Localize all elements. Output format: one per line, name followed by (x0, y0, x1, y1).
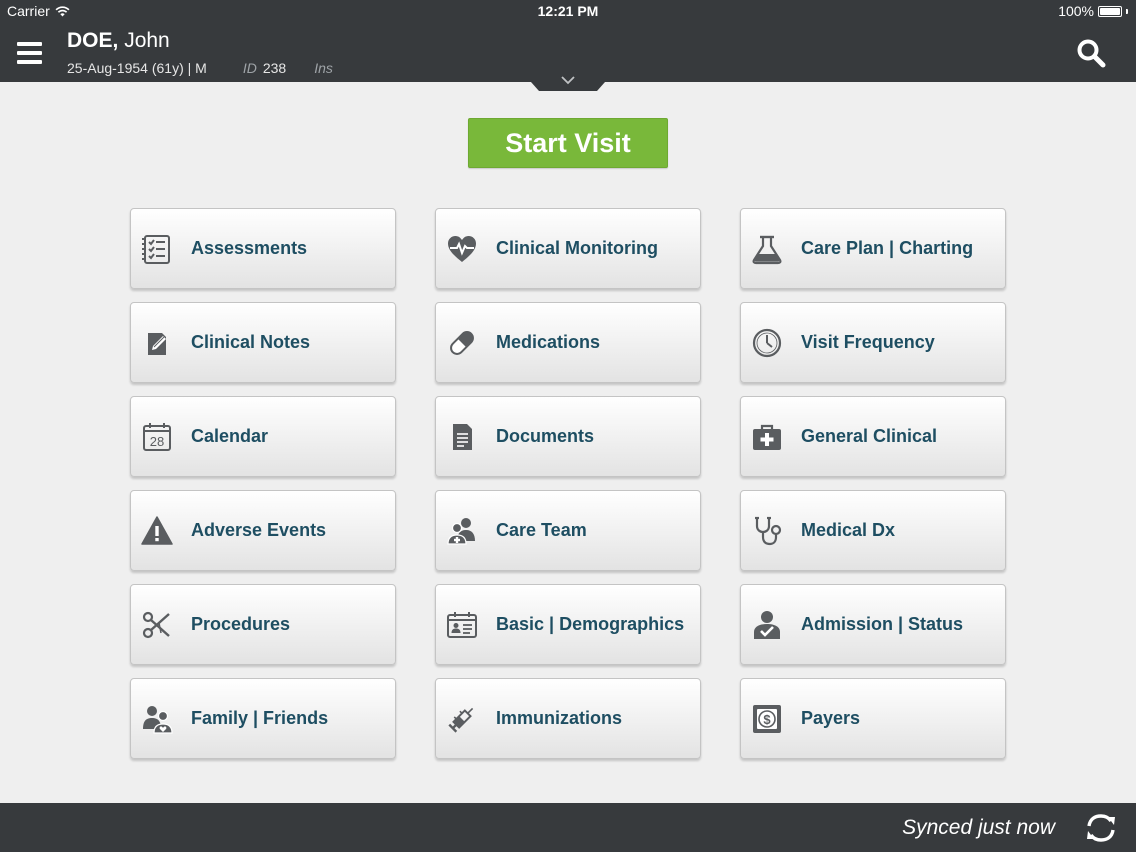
sync-footer: Synced just now (0, 803, 1136, 852)
search-icon[interactable] (1076, 38, 1106, 68)
tile-label: Medical Dx (801, 520, 896, 540)
menu-icon[interactable] (17, 42, 42, 66)
tile-label: Clinical Monitoring (496, 238, 658, 258)
patient-id-label: ID (242, 60, 257, 76)
tile-documents[interactable]: Documents (435, 396, 701, 477)
dollar-icon: $ (751, 703, 783, 735)
note-pencil-icon (141, 327, 173, 359)
tile-label: Payers (801, 708, 861, 728)
calendar-icon: 28 (141, 421, 173, 453)
patient-dob: 25-Aug-1954 (61y) | M (67, 60, 207, 76)
family-icon (141, 703, 173, 735)
tile-general-clinical[interactable]: General Clinical (740, 396, 1006, 477)
tile-label: Care Plan | Charting (801, 238, 974, 258)
tile-adverse-events[interactable]: Adverse Events (130, 490, 396, 571)
tile-label: Care Team (496, 520, 587, 540)
sync-status: Synced just now (902, 816, 1055, 839)
svg-text:$: $ (763, 712, 771, 727)
patient-name: DOE, John (67, 29, 170, 53)
medical-kit-icon (751, 421, 783, 453)
tile-care-plan-charting[interactable]: Care Plan | Charting (740, 208, 1006, 289)
stethoscope-icon (751, 515, 783, 547)
tile-label: Assessments (191, 238, 308, 258)
care-team-icon (446, 515, 478, 547)
tile-visit-frequency[interactable]: Visit Frequency (740, 302, 1006, 383)
start-visit-button[interactable]: Start Visit (468, 118, 668, 168)
tile-basic-demographics[interactable]: Basic | Demographics (435, 584, 701, 665)
tile-label: Admission | Status (801, 614, 964, 634)
tile-assessments[interactable]: Assessments (130, 208, 396, 289)
tile-label: Adverse Events (191, 520, 327, 540)
pill-icon (446, 327, 478, 359)
patient-first-name: John (124, 29, 170, 52)
insurance-label: Ins (314, 60, 333, 76)
tile-label: Procedures (191, 614, 291, 634)
patient-header: DOE, John 25-Aug-1954 (61y) | M ID 238 Ins (0, 22, 1136, 82)
id-card-icon (446, 609, 478, 641)
chevron-down-icon[interactable] (560, 75, 576, 85)
patient-last-name: DOE, (67, 29, 119, 52)
tile-medical-dx[interactable]: Medical Dx (740, 490, 1006, 571)
scissors-icon (141, 609, 173, 641)
tile-label: Immunizations (496, 708, 623, 728)
flask-icon (751, 233, 783, 265)
patient-id-value: 238 (262, 60, 287, 76)
tile-immunizations[interactable]: Immunizations (435, 678, 701, 759)
battery-percent: 100% (1058, 3, 1094, 19)
tile-label: Visit Frequency (801, 332, 935, 352)
tile-label: Family | Friends (191, 708, 329, 728)
tile-procedures[interactable]: Procedures (130, 584, 396, 665)
tile-family-friends[interactable]: Family | Friends (130, 678, 396, 759)
warning-icon (141, 515, 173, 547)
tile-admission-status[interactable]: Admission | Status (740, 584, 1006, 665)
battery-indicator: 100% (1058, 3, 1128, 19)
syringe-icon (446, 703, 478, 735)
tile-payers[interactable]: $ Payers (740, 678, 1006, 759)
clock-icon (751, 327, 783, 359)
tile-label: Clinical Notes (191, 332, 311, 352)
tile-medications[interactable]: Medications (435, 302, 701, 383)
sync-icon[interactable] (1084, 813, 1118, 843)
module-grid: Assessments Clinical Monitoring Care Pla… (130, 208, 1006, 759)
document-icon (446, 421, 478, 453)
tile-care-team[interactable]: Care Team (435, 490, 701, 571)
clipboard-checklist-icon (141, 233, 173, 265)
calendar-icon-day: 28 (150, 434, 164, 449)
person-check-icon (751, 609, 783, 641)
tile-label: Documents (496, 426, 595, 446)
tile-label: Medications (496, 332, 601, 352)
heart-pulse-icon (446, 233, 478, 265)
tile-calendar[interactable]: 28 Calendar (130, 396, 396, 477)
tile-clinical-notes[interactable]: Clinical Notes (130, 302, 396, 383)
tile-clinical-monitoring[interactable]: Clinical Monitoring (435, 208, 701, 289)
tile-label: Calendar (191, 426, 269, 446)
battery-icon (1098, 5, 1122, 17)
clock-time: 12:21 PM (537, 3, 599, 19)
patient-details: 25-Aug-1954 (61y) | M ID 238 Ins (67, 60, 333, 76)
tile-label: Basic | Demographics (496, 614, 685, 634)
status-bar: Carrier 12:21 PM 100% (0, 0, 1136, 22)
tile-label: General Clinical (801, 426, 938, 446)
